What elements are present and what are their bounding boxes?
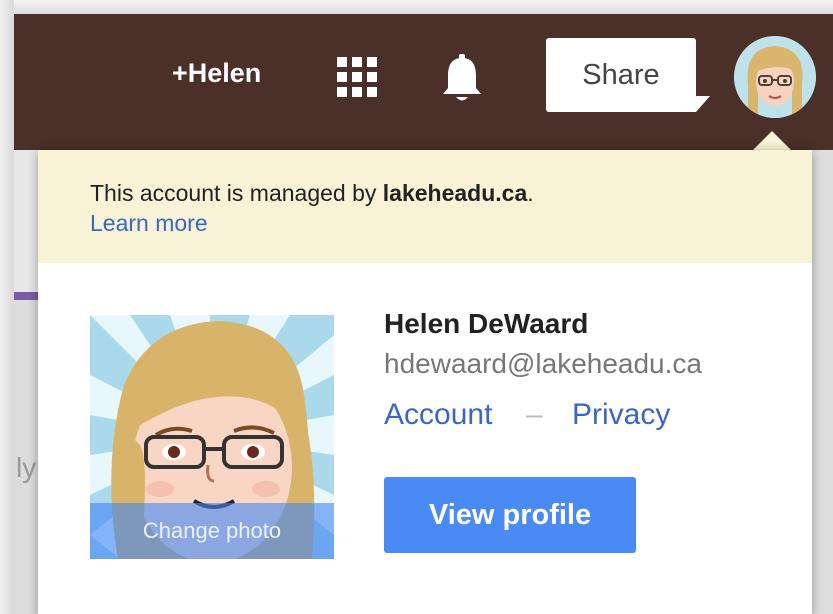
privacy-link[interactable]: Privacy xyxy=(572,398,670,432)
google-plus-user-link[interactable]: +Helen xyxy=(172,58,261,89)
background-text-fragment: ly xyxy=(16,452,37,483)
profile-email: hdewaard@lakeheadu.ca xyxy=(384,348,702,379)
change-photo-overlay[interactable]: Change photo xyxy=(90,503,334,559)
apps-grid-icon[interactable] xyxy=(335,55,379,99)
account-avatar[interactable] xyxy=(734,36,816,118)
popup-pointer xyxy=(752,131,792,151)
account-popup: This account is managed by lakeheadu.ca.… xyxy=(38,150,812,614)
managed-notice-text: This account is managed by lakeheadu.ca. xyxy=(90,180,534,206)
background-panel-right xyxy=(812,150,833,614)
background-accent xyxy=(14,292,38,300)
window-frame-left xyxy=(0,0,14,614)
profile-photo[interactable]: Change photo xyxy=(90,315,334,559)
share-button[interactable]: Share xyxy=(546,38,696,112)
top-bar: +Helen Share xyxy=(14,14,833,150)
account-link[interactable]: Account xyxy=(384,398,492,432)
managed-account-notice: This account is managed by lakeheadu.ca.… xyxy=(38,150,812,263)
profile-name: Helen DeWaard xyxy=(384,308,589,339)
window-frame-top xyxy=(0,0,833,14)
learn-more-link[interactable]: Learn more xyxy=(90,210,208,237)
view-profile-button[interactable]: View profile xyxy=(384,477,636,553)
managed-domain: lakeheadu.ca xyxy=(382,180,528,206)
share-bubble-tail xyxy=(696,96,710,112)
links-separator: – xyxy=(526,398,543,431)
notifications-bell-icon[interactable] xyxy=(438,52,486,104)
avatar-image xyxy=(734,36,816,118)
